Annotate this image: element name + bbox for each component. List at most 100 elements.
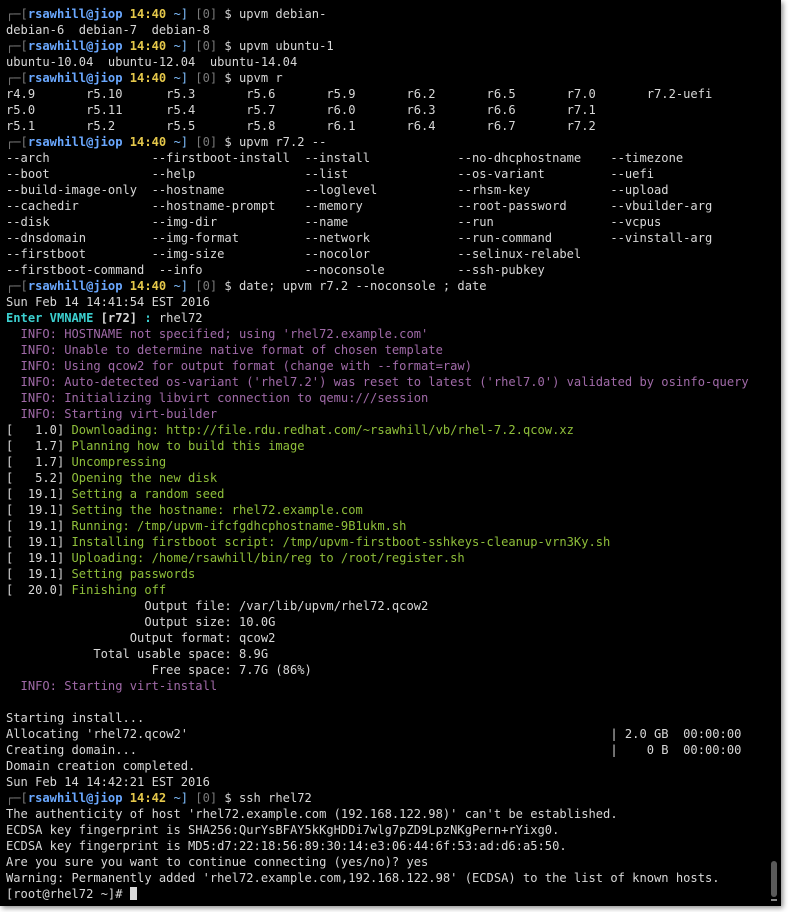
terminal-text: ~] — [166, 71, 189, 85]
terminal-text: INFO: Unable to determine native format … — [6, 343, 443, 357]
terminal-line: ┌─[rsawhill@jiop 14:40 ~] [0] $ upvm ubu… — [6, 38, 757, 54]
terminal-line: Output format: qcow2 — [6, 630, 757, 646]
terminal-text: Total usable space: 8.9G — [6, 647, 269, 661]
terminal-line: --disk --img-dir --name --run --vcpus — [6, 214, 757, 230]
terminal-text: 14:40 — [122, 7, 167, 21]
terminal-text: --disk --img-dir --name --run --vcpus — [6, 215, 662, 229]
terminal-text: [ 1.0] — [6, 423, 72, 437]
terminal-text: ~] — [166, 279, 189, 293]
terminal-line: INFO: Starting virt-install — [6, 678, 757, 694]
terminal-text: ubuntu-10.04 ubuntu-12.04 ubuntu-14.04 — [6, 55, 298, 69]
terminal-text: [root@rhel72 ~]# — [6, 887, 130, 901]
terminal-text: [0] — [188, 791, 218, 805]
terminal-text: INFO: Starting virt-builder — [6, 407, 218, 421]
terminal-text: $ ssh rhel72 — [217, 791, 312, 805]
terminal-text: [ 1.7] — [6, 439, 72, 453]
terminal-text: rsawhill@jiop — [27, 39, 123, 53]
terminal-line: r5.0 r5.11 r5.4 r5.7 r6.0 r6.3 r6.6 r7.1 — [6, 102, 757, 118]
terminal-text: Warning: Permanently added 'rhel72.examp… — [6, 871, 720, 885]
terminal-text: Output format: qcow2 — [6, 631, 276, 645]
terminal-line: [ 19.1] Running: /tmp/upvm-ifcfgdhcphost… — [6, 518, 757, 534]
terminal-text: rsawhill@jiop — [27, 7, 123, 21]
terminal-text: rhel72 — [158, 311, 203, 325]
terminal-text: Starting install... — [6, 711, 145, 725]
terminal-text: INFO: Starting virt-install — [6, 679, 218, 693]
terminal-line: Creating domain... | 0 B 00:00:00 — [6, 742, 757, 758]
terminal-text: [ 19.1] — [6, 487, 72, 501]
terminal-line: [ 19.1] Setting the hostname: rhel72.exa… — [6, 502, 757, 518]
scrollbar[interactable] — [771, 6, 777, 901]
terminal-text: Allocating 'rhel72.qcow2' | 2.0 GB 00:00… — [6, 727, 742, 741]
terminal-text: Creating domain... | 0 B 00:00:00 — [6, 743, 742, 757]
cursor — [129, 887, 137, 900]
terminal-line: Output size: 10.0G — [6, 614, 757, 630]
terminal-text: debian-6 debian-7 debian-8 — [6, 23, 210, 37]
terminal-line: Are you sure you want to continue connec… — [6, 854, 757, 870]
terminal-text: Downloading: http://file.rdu.redhat.com/… — [71, 423, 574, 437]
terminal-text: rsawhill@jiop — [27, 135, 123, 149]
terminal-line: debian-6 debian-7 debian-8 — [6, 22, 757, 38]
terminal-text: [ 5.2] — [6, 471, 72, 485]
terminal-line: Total usable space: 8.9G — [6, 646, 757, 662]
terminal-text: 14:40 — [122, 71, 167, 85]
terminal-text: --boot --help --list --os-variant --uefi — [6, 167, 655, 181]
terminal-line: ┌─[rsawhill@jiop 14:40 ~] [0] $ upvm deb… — [6, 6, 757, 22]
terminal-text: 14:40 — [122, 39, 167, 53]
terminal-window[interactable]: ┌─[rsawhill@jiop 14:40 ~] [0] $ upvm deb… — [0, 0, 781, 906]
terminal-line: ┌─[rsawhill@jiop 14:42 ~] [0] $ ssh rhel… — [6, 790, 757, 806]
terminal-line: [ 1.0] Downloading: http://file.rdu.redh… — [6, 422, 757, 438]
terminal-line: INFO: Using qcow2 for output format (cha… — [6, 358, 757, 374]
terminal-text: [0] — [188, 279, 218, 293]
terminal-line: --dnsdomain --img-format --network --run… — [6, 230, 757, 246]
terminal-text: r5.1 r5.2 r5.5 r5.8 r6.1 r6.4 r6.7 r7.2 — [6, 119, 596, 133]
terminal-text: $ upvm debian- — [217, 7, 327, 21]
terminal-text: ~] — [166, 39, 189, 53]
terminal-line: Free space: 7.7G (86%) — [6, 662, 757, 678]
terminal-text: INFO: Using qcow2 for output format (cha… — [6, 359, 472, 373]
terminal-output: ┌─[rsawhill@jiop 14:40 ~] [0] $ upvm deb… — [6, 6, 757, 902]
terminal-line: [ 19.1] Uploading: /home/rsawhill/bin/re… — [6, 550, 757, 566]
terminal-text: $ upvm ubuntu-1 — [217, 39, 334, 53]
terminal-text: Planning how to build this image — [71, 439, 305, 453]
terminal-text: 14:40 — [122, 135, 167, 149]
terminal-text: Running: /tmp/upvm-ifcfgdhcphostname-9B1… — [71, 519, 407, 533]
terminal-text: Setting the hostname: rhel72.example.com — [71, 503, 363, 517]
terminal-line: --arch --firstboot-install --install --n… — [6, 150, 757, 166]
terminal-line: r4.9 r5.10 r5.3 r5.6 r5.9 r6.2 r6.5 r7.0… — [6, 86, 757, 102]
terminal-text: --dnsdomain --img-format --network --run… — [6, 231, 713, 245]
terminal-text: : — [137, 311, 159, 325]
scrollbar-thumb[interactable] — [771, 861, 777, 897]
terminal-text: rsawhill@jiop — [27, 71, 123, 85]
terminal-text: [0] — [188, 71, 218, 85]
terminal-text: INFO: Auto-detected os-variant ('rhel7.2… — [6, 375, 749, 389]
terminal-line: Enter VMNAME [r72] : rhel72 — [6, 310, 757, 326]
terminal-line: ┌─[rsawhill@jiop 14:40 ~] [0] $ date; up… — [6, 278, 757, 294]
terminal-line: INFO: HOSTNAME not specified; using 'rhe… — [6, 326, 757, 342]
terminal-line: [ 1.7] Planning how to build this image — [6, 438, 757, 454]
terminal-line: Domain creation completed. — [6, 758, 757, 774]
terminal-text: Installing firstboot script: /tmp/upvm-f… — [71, 535, 611, 549]
terminal-text: r4.9 r5.10 r5.3 r5.6 r5.9 r6.2 r6.5 r7.0… — [6, 87, 713, 101]
terminal-text: Output size: 10.0G — [6, 615, 276, 629]
terminal-text: $ upvm r7.2 -- — [217, 135, 327, 149]
terminal-line: INFO: Unable to determine native format … — [6, 342, 757, 358]
terminal-text: Setting passwords — [71, 567, 196, 581]
terminal-line: Starting install... — [6, 710, 757, 726]
terminal-line: Sun Feb 14 14:42:21 EST 2016 — [6, 774, 757, 790]
terminal-line: --boot --help --list --os-variant --uefi — [6, 166, 757, 182]
terminal-line: Sun Feb 14 14:41:54 EST 2016 — [6, 294, 757, 310]
terminal-text: ┌─[ — [6, 71, 28, 85]
terminal-text: ┌─[ — [6, 135, 28, 149]
terminal-text: Output file: /var/lib/upvm/rhel72.qcow2 — [6, 599, 429, 613]
terminal-text: ~] — [166, 7, 189, 21]
terminal-line: The authenticity of host 'rhel72.example… — [6, 806, 757, 822]
terminal-text: Enter VMNAME — [6, 311, 101, 325]
terminal-text: Are you sure you want to continue connec… — [6, 855, 429, 869]
terminal-text: --firstboot-command --info --noconsole -… — [6, 263, 545, 277]
terminal-line: Output file: /var/lib/upvm/rhel72.qcow2 — [6, 598, 757, 614]
terminal-text: [ 19.1] — [6, 503, 72, 517]
terminal-text: Opening the new disk — [71, 471, 218, 485]
terminal-line: ┌─[rsawhill@jiop 14:40 ~] [0] $ upvm r7.… — [6, 134, 757, 150]
terminal-text: Domain creation completed. — [6, 759, 196, 773]
